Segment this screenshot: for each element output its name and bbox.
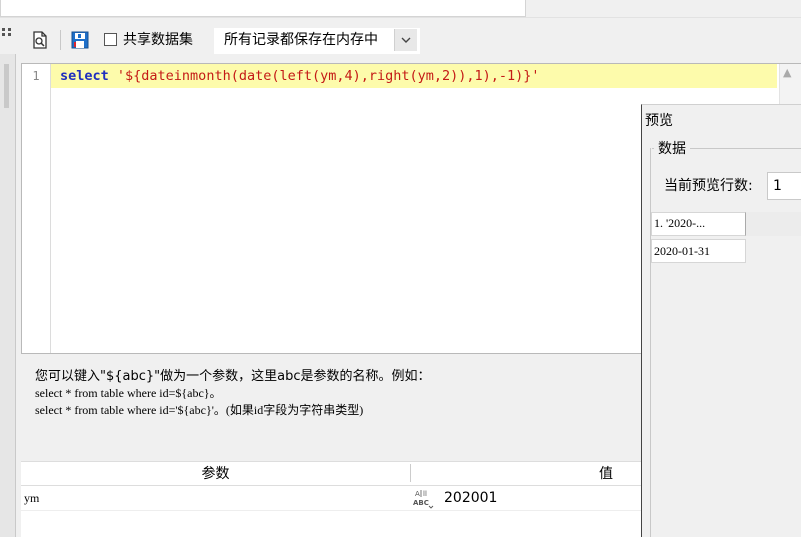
code-line[interactable]: select '${dateinmonth(date(left(ym,4),ri…: [60, 66, 540, 86]
group-border: [650, 148, 651, 537]
line-gutter: [22, 64, 51, 353]
svg-text:ll: ll: [423, 490, 427, 498]
divider: [0, 17, 801, 18]
top-input-field[interactable]: [0, 0, 526, 17]
hint-example: select * from table where id='${abc}'。(如…: [35, 403, 364, 417]
share-dataset-checkbox[interactable]: [104, 33, 117, 46]
svg-text:ABC: ABC: [413, 499, 429, 507]
preview-cell-value: 2020-01-31: [654, 244, 710, 258]
side-scroll-thumb[interactable]: [4, 64, 9, 108]
code-string: '${dateinmonth(date(left(ym,4),right(ym,…: [108, 68, 540, 84]
share-dataset-label: 共享数据集: [123, 32, 193, 48]
svg-text:A: A: [415, 490, 420, 498]
param-value-input[interactable]: 202001: [444, 488, 634, 508]
text-type-icon[interactable]: A ll ABC: [411, 486, 435, 510]
preview-grid-header-empty: [746, 212, 801, 236]
preview-doc-icon[interactable]: [30, 30, 50, 50]
hint-text: 您可以键入"${abc}"做为一个参数，这里abc是参数的名称。例如：: [35, 369, 431, 384]
preview-window: [641, 104, 801, 537]
data-group-label: 数据: [654, 140, 690, 158]
hint-example: select * from table where id=${abc}。: [35, 386, 222, 400]
drag-handle-icon[interactable]: [0, 22, 14, 52]
chevron-down-icon[interactable]: [394, 29, 417, 51]
preview-column-header: 1. '2020-...: [654, 216, 706, 230]
scroll-up-icon[interactable]: ▲: [783, 66, 791, 80]
code-keyword: select: [60, 68, 109, 84]
line-number: 1: [32, 69, 40, 83]
toolbar-separator: [60, 30, 61, 50]
memory-mode-value: 所有记录都保存在内存中: [224, 32, 378, 48]
column-header-param[interactable]: 参数: [21, 465, 410, 483]
preview-rows-value: 1: [773, 178, 782, 194]
preview-title: 预览: [645, 113, 673, 129]
preview-rows-label: 当前预览行数:: [664, 178, 753, 194]
param-name-cell: ym: [24, 491, 40, 505]
save-icon[interactable]: [70, 30, 90, 50]
side-panel: [0, 54, 16, 537]
